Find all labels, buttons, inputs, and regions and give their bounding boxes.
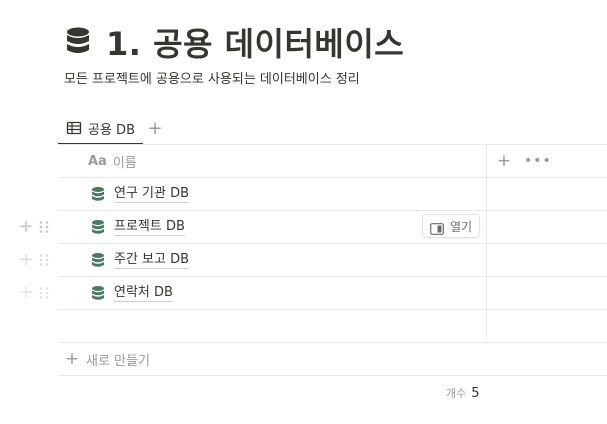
new-row-button[interactable]: + 새로 만들기 (58, 342, 607, 376)
table-header: Aa 이름 + ••• (58, 145, 607, 178)
row-title[interactable]: 연구 기관 DB (114, 185, 190, 203)
database-icon (90, 252, 106, 268)
table-row[interactable]: 주간 보고 DB (58, 244, 607, 277)
row-title[interactable]: 연락처 DB (114, 284, 173, 302)
side-peek-icon (430, 220, 444, 235)
page-description[interactable]: 모든 프로젝트에 공용으로 사용되는 데이터베이스 정리 (64, 68, 360, 87)
more-icon[interactable]: ••• (524, 153, 551, 169)
plus-icon: + (64, 349, 80, 369)
row-handle: + (18, 216, 50, 237)
row-count[interactable]: 개수 5 (446, 385, 480, 401)
add-property-button[interactable]: + (494, 151, 514, 171)
table-row[interactable]: 프로젝트 DB (58, 211, 607, 244)
open-label: 열기 (450, 219, 473, 234)
row-title[interactable]: 주간 보고 DB (114, 251, 190, 269)
database-icon (64, 25, 94, 59)
column-header-label: 이름 (112, 155, 137, 171)
add-row-below-button[interactable]: + (18, 216, 34, 237)
column-header-name[interactable]: Aa 이름 (88, 145, 137, 177)
open-row-button[interactable]: 열기 (422, 214, 481, 238)
add-row-below-button[interactable]: + (18, 282, 34, 303)
page-title: 1. 공용 데이터베이스 (64, 19, 404, 65)
count-label: 개수 (446, 387, 467, 400)
view-tabs: 공용 DB + (58, 112, 165, 145)
tab-shared-db[interactable]: 공용 DB (58, 112, 143, 145)
text-type-icon: Aa (88, 153, 107, 169)
drag-handle-icon[interactable] (38, 219, 50, 233)
table-row[interactable]: 연락처 DB (58, 277, 607, 310)
row-handle: + (18, 249, 50, 270)
header-actions: + ••• (486, 145, 551, 177)
add-row-below-button[interactable]: + (18, 249, 34, 270)
empty-row (58, 310, 607, 343)
database-icon (90, 219, 106, 235)
row-handle: + (18, 282, 50, 303)
add-view-button[interactable]: + (145, 118, 165, 139)
tab-label: 공용 DB (88, 122, 135, 138)
drag-handle-icon[interactable] (38, 252, 50, 266)
page-title-text[interactable]: 1. 공용 데이터베이스 (106, 19, 404, 65)
database-icon (90, 186, 106, 202)
count-value: 5 (471, 386, 480, 401)
drag-handle-icon[interactable] (38, 285, 50, 299)
row-title[interactable]: 프로젝트 DB (114, 218, 185, 236)
table-icon (66, 120, 82, 136)
table-row[interactable]: 연구 기관 DB (58, 178, 607, 211)
database-icon (90, 285, 106, 301)
new-row-label: 새로 만들기 (86, 353, 150, 369)
